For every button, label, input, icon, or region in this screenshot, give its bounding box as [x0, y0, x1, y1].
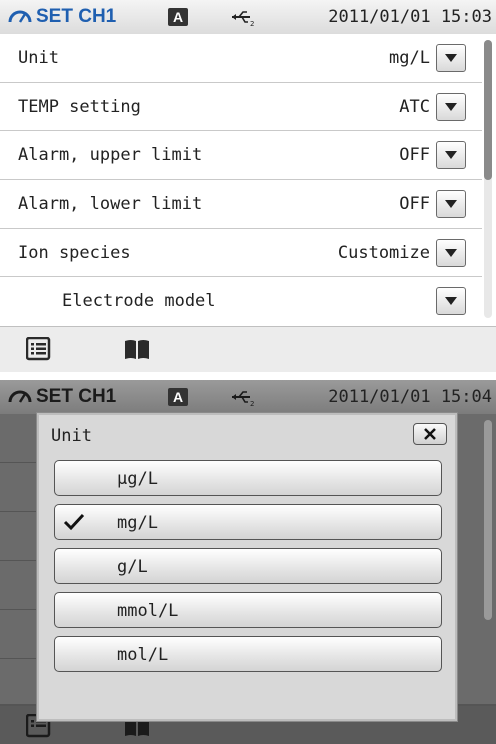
gauge-icon: [8, 390, 32, 403]
dropdown-button[interactable]: [436, 190, 466, 219]
screen-title: SET CH1: [36, 6, 117, 27]
dropdown-button[interactable]: [436, 238, 466, 267]
divider: [0, 560, 40, 561]
close-button[interactable]: [413, 423, 447, 445]
setting-row-unit[interactable]: Unit mg/L: [0, 34, 482, 83]
setting-row-ion-species[interactable]: Ion species Customize: [0, 228, 482, 278]
option-label: μg/L: [117, 469, 158, 489]
scroll-thumb[interactable]: [484, 40, 492, 180]
scrollbar: [484, 420, 492, 620]
close-icon: [424, 428, 436, 440]
unit-dialog: Unit μg/L mg/L g/L mmol/L mol/L: [36, 412, 458, 722]
book-icon[interactable]: [124, 337, 150, 361]
dropdown-button[interactable]: [436, 44, 466, 72]
setting-row-alarm-upper[interactable]: Alarm, upper limit OFF: [0, 131, 482, 181]
unit-option-mol-l[interactable]: mol/L: [54, 636, 442, 672]
checkmark-icon: [63, 513, 85, 531]
svg-text:2: 2: [250, 20, 254, 27]
scrollbar[interactable]: [484, 40, 492, 318]
divider: [0, 511, 40, 512]
list-icon[interactable]: [26, 337, 52, 361]
setting-row-alarm-lower[interactable]: Alarm, lower limit OFF: [0, 180, 482, 229]
unit-dialog-screen: SET CH1 A 2 2011/01/01 15:04 Unit μg/L m…: [0, 380, 496, 744]
divider: [0, 658, 40, 659]
dropdown-button[interactable]: [436, 92, 466, 121]
setting-value: ATC: [399, 96, 430, 117]
option-label: mol/L: [117, 645, 169, 665]
setting-label: Alarm, upper limit: [18, 145, 203, 166]
setting-value: Customize: [337, 242, 430, 263]
setting-row-temp[interactable]: TEMP setting ATC: [0, 82, 482, 132]
screen-title: SET CH1: [36, 386, 117, 407]
setting-row-electrode-model[interactable]: Electrode model: [0, 277, 482, 327]
mode-badge: A: [168, 388, 188, 406]
chevron-down-icon: [445, 297, 457, 306]
chevron-down-icon: [445, 200, 457, 209]
option-label: mg/L: [117, 513, 158, 533]
svg-text:2: 2: [250, 400, 254, 407]
chevron-down-icon: [445, 54, 457, 62]
bottom-toolbar: [0, 326, 496, 372]
setting-value: OFF: [399, 145, 430, 166]
setting-label: Electrode model: [62, 291, 216, 312]
unit-option-g-l[interactable]: g/L: [54, 548, 442, 584]
settings-screen: SET CH1 A 2 2011/01/01 15:03 Unit mg/L T…: [0, 0, 496, 372]
option-label: g/L: [117, 557, 148, 577]
setting-value: mg/L: [389, 48, 430, 68]
setting-label: Ion species: [18, 242, 131, 263]
setting-label: Unit: [18, 48, 59, 68]
usb-icon: 2: [232, 391, 254, 407]
divider: [0, 462, 40, 463]
mode-badge: A: [168, 8, 188, 26]
dropdown-button[interactable]: [436, 287, 466, 316]
chevron-down-icon: [445, 151, 457, 160]
gauge-icon: [8, 10, 32, 23]
setting-label: TEMP setting: [18, 96, 141, 117]
divider: [0, 609, 40, 610]
unit-option-ug-l[interactable]: μg/L: [54, 460, 442, 496]
chevron-down-icon: [445, 248, 457, 257]
unit-option-mg-l[interactable]: mg/L: [54, 504, 442, 540]
settings-list: Unit mg/L TEMP setting ATC Alarm, upper …: [0, 34, 482, 327]
unit-option-mmol-l[interactable]: mmol/L: [54, 592, 442, 628]
status-bar: SET CH1 A 2 2011/01/01 15:04: [0, 380, 496, 414]
status-datetime: 2011/01/01 15:04: [328, 387, 492, 407]
status-datetime: 2011/01/01 15:03: [328, 7, 492, 27]
usb-icon: 2: [232, 11, 254, 27]
dialog-title: Unit: [51, 426, 92, 446]
setting-value: OFF: [399, 194, 430, 215]
dropdown-button[interactable]: [436, 141, 466, 170]
setting-label: Alarm, lower limit: [18, 194, 203, 215]
chevron-down-icon: [445, 102, 457, 111]
option-label: mmol/L: [117, 601, 179, 621]
status-bar: SET CH1 A 2 2011/01/01 15:03: [0, 0, 496, 34]
